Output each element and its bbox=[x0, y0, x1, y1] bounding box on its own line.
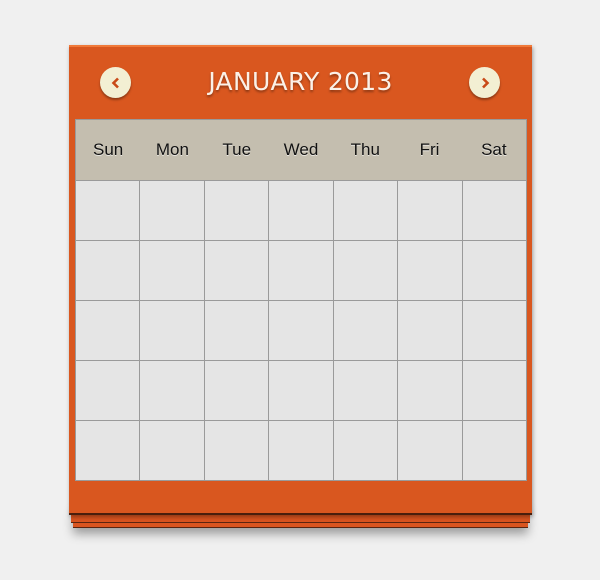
weekday-tue: Tue bbox=[222, 140, 252, 159]
weekday-thu: Thu bbox=[350, 140, 380, 159]
week-row bbox=[76, 361, 526, 421]
day-cell[interactable] bbox=[398, 301, 463, 360]
calendar-grid: Sun Mon Tue Wed Thu Fri Sat bbox=[75, 119, 527, 481]
weekday-sat: Sat bbox=[481, 140, 507, 159]
weekday-fri: Fri bbox=[419, 140, 440, 159]
day-cell[interactable] bbox=[269, 421, 334, 480]
day-cell[interactable] bbox=[463, 181, 526, 240]
day-cell[interactable] bbox=[398, 421, 463, 480]
day-cell[interactable] bbox=[334, 181, 399, 240]
day-cell[interactable] bbox=[463, 421, 526, 480]
day-cell[interactable] bbox=[76, 181, 141, 240]
day-cell[interactable] bbox=[205, 361, 270, 420]
day-cell[interactable] bbox=[140, 301, 205, 360]
day-cell[interactable] bbox=[269, 361, 334, 420]
weekday-sun: Sun bbox=[93, 140, 124, 159]
day-cell[interactable] bbox=[205, 301, 270, 360]
week-row bbox=[76, 181, 526, 241]
week-row bbox=[76, 301, 526, 361]
day-cell[interactable] bbox=[398, 361, 463, 420]
day-cell[interactable] bbox=[205, 421, 270, 480]
weekday-mon: Mon bbox=[155, 140, 189, 159]
day-cell[interactable] bbox=[76, 241, 141, 300]
day-cell[interactable] bbox=[334, 241, 399, 300]
day-cell[interactable] bbox=[76, 301, 141, 360]
week-rows bbox=[76, 181, 526, 480]
week-row bbox=[76, 421, 526, 480]
weekday-wed: Wed bbox=[283, 140, 319, 159]
week-row bbox=[76, 241, 526, 301]
chevron-right-icon bbox=[481, 77, 489, 88]
month-title: JANUARY 2013 bbox=[208, 67, 393, 96]
calendar-widget: JANUARY 2013 Sun Mon Tue Wed Thu Fri Sat bbox=[69, 45, 532, 515]
day-cell[interactable] bbox=[205, 181, 270, 240]
day-cell[interactable] bbox=[205, 241, 270, 300]
day-cell[interactable] bbox=[140, 241, 205, 300]
day-cell[interactable] bbox=[269, 241, 334, 300]
day-cell[interactable] bbox=[76, 361, 141, 420]
day-cell[interactable] bbox=[463, 361, 526, 420]
day-cell[interactable] bbox=[398, 241, 463, 300]
day-cell[interactable] bbox=[334, 421, 399, 480]
day-cell[interactable] bbox=[334, 361, 399, 420]
day-cell[interactable] bbox=[76, 421, 141, 480]
day-cell[interactable] bbox=[463, 241, 526, 300]
next-month-button[interactable] bbox=[469, 67, 500, 98]
day-cell[interactable] bbox=[334, 301, 399, 360]
day-cell[interactable] bbox=[140, 361, 205, 420]
day-cell[interactable] bbox=[269, 301, 334, 360]
weekday-header: Sun Mon Tue Wed Thu Fri Sat bbox=[76, 120, 526, 181]
day-cell[interactable] bbox=[269, 181, 334, 240]
day-cell[interactable] bbox=[398, 181, 463, 240]
day-cell[interactable] bbox=[463, 301, 526, 360]
day-cell[interactable] bbox=[140, 421, 205, 480]
day-cell[interactable] bbox=[140, 181, 205, 240]
